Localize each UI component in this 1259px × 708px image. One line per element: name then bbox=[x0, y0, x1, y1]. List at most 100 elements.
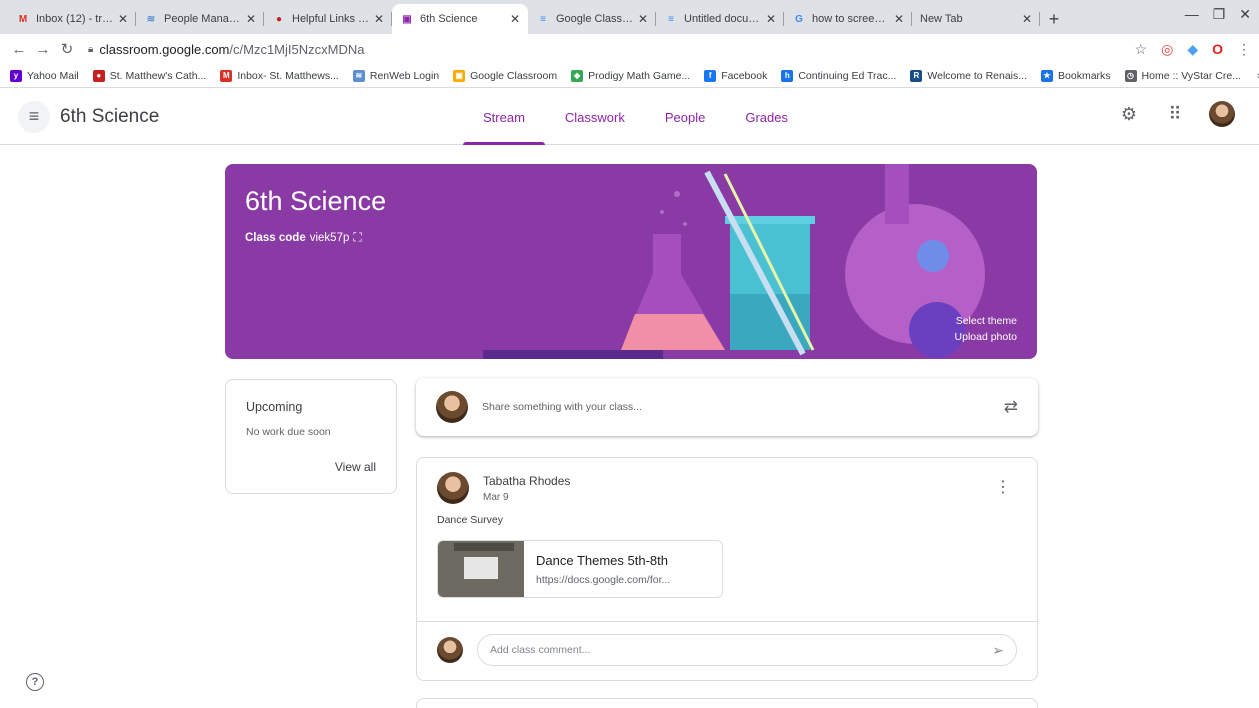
bookmark-item[interactable]: R Welcome to Renais... bbox=[910, 69, 1028, 82]
browser-tab[interactable]: M Inbox (12) - trhodes ✕ bbox=[8, 4, 136, 34]
docs-icon: ≡ bbox=[668, 13, 674, 25]
attachment-url: https://docs.google.com/for... bbox=[536, 574, 671, 586]
class-nav-tabs: Stream Classwork People Grades bbox=[463, 89, 808, 145]
post-divider bbox=[417, 621, 1037, 622]
tab-close-icon[interactable]: ✕ bbox=[374, 12, 384, 26]
browser-tab[interactable]: ≋ People Management ✕ bbox=[136, 4, 264, 34]
close-window-icon[interactable]: ✕ bbox=[1239, 6, 1251, 23]
bookmark-label: Welcome to Renais... bbox=[927, 69, 1028, 82]
browser-tab[interactable]: Ghow to screenshot ✕ bbox=[784, 4, 912, 34]
bookmark-item[interactable]: ▣ Google Classroom bbox=[453, 69, 557, 82]
bookmark-icon: ▣ bbox=[453, 69, 466, 82]
tab-classwork[interactable]: Classwork bbox=[545, 89, 645, 145]
bookmark-icon: ◷ bbox=[1124, 69, 1137, 82]
tab-stream[interactable]: Stream bbox=[463, 89, 545, 145]
google-icon: G bbox=[795, 13, 803, 25]
beaker-rim bbox=[725, 216, 815, 224]
minimize-icon[interactable]: — bbox=[1185, 6, 1199, 23]
bookmark-item[interactable]: ≋ RenWeb Login bbox=[352, 69, 439, 82]
attachment-card[interactable]: Dance Themes 5th-8th https://docs.google… bbox=[437, 540, 723, 598]
url-path: /c/Mzc1MjI5NzcxMDNa bbox=[229, 41, 365, 57]
bookmark-item[interactable]: ◷ Home :: VyStar Cre... bbox=[1124, 69, 1241, 82]
tab-people[interactable]: People bbox=[645, 89, 725, 145]
bookmark-star-icon[interactable]: ☆ bbox=[1135, 41, 1148, 58]
apps-grid-icon[interactable]: ⠿ bbox=[1163, 104, 1187, 125]
commenter-avatar bbox=[437, 637, 463, 663]
opera-icon[interactable]: O bbox=[1212, 41, 1223, 57]
tab-close-icon[interactable]: ✕ bbox=[638, 12, 648, 26]
stream-post: Tabatha Rhodes Mar 9 ⋮ Dance Survey Danc… bbox=[416, 457, 1038, 681]
class-title: 6th Science bbox=[60, 105, 160, 127]
url-field[interactable]: 🔒︎ classroom.google.com/c/Mzc1MjI5NzcxMD… bbox=[80, 37, 1135, 61]
browser-tab[interactable]: ≡ Google Classroom ✕ bbox=[528, 4, 656, 34]
tab-close-icon[interactable]: ✕ bbox=[1022, 12, 1032, 26]
bookmark-icon: f bbox=[704, 69, 717, 82]
bookmark-item[interactable]: ● St. Matthew's Cath... bbox=[92, 69, 206, 82]
reload-icon[interactable]: ↻ bbox=[56, 40, 78, 58]
forward-icon[interactable]: → bbox=[32, 41, 54, 58]
bookmark-label: Prodigy Math Game... bbox=[588, 69, 691, 82]
class-code-value: viek57p bbox=[309, 231, 350, 244]
bookmark-item[interactable]: M Inbox- St. Matthews... bbox=[220, 69, 339, 82]
select-theme-link[interactable]: Select theme bbox=[955, 313, 1017, 329]
browser-tab[interactable]: New Tab ✕ bbox=[912, 4, 1040, 34]
browser-tab-label: Google Classroom bbox=[556, 13, 634, 25]
attachment-title: Dance Themes 5th-8th bbox=[536, 553, 668, 568]
tab-close-icon[interactable]: ✕ bbox=[894, 12, 904, 26]
help-icon[interactable]: ? bbox=[26, 673, 44, 691]
bookmark-icon: ★ bbox=[1041, 69, 1054, 82]
browser-menu-icon[interactable]: ⋮ bbox=[1237, 41, 1251, 58]
comment-placeholder: Add class comment... bbox=[490, 644, 591, 656]
upcoming-empty-text: No work due soon bbox=[246, 426, 331, 438]
bookmark-icon: ≋ bbox=[352, 69, 365, 82]
extension-diamond-icon[interactable]: ◆ bbox=[1187, 41, 1198, 58]
tab-close-icon[interactable]: ✕ bbox=[246, 12, 256, 26]
tab-close-icon[interactable]: ✕ bbox=[510, 12, 520, 26]
browser-tab[interactable]: ≡ Untitled document ✕ bbox=[656, 4, 784, 34]
repost-icon[interactable]: ⇄ bbox=[1004, 397, 1018, 417]
view-all-link[interactable]: View all bbox=[335, 460, 376, 474]
bookmark-item[interactable]: ◆ Prodigy Math Game... bbox=[571, 69, 691, 82]
class-comment-input[interactable]: Add class comment... ➢ bbox=[477, 634, 1017, 666]
more-options-icon[interactable]: ⋮ bbox=[995, 480, 1011, 496]
upcoming-title: Upcoming bbox=[246, 400, 303, 414]
account-avatar[interactable] bbox=[1209, 101, 1235, 127]
settings-gear-icon[interactable]: ⚙ bbox=[1117, 104, 1141, 125]
class-banner: 6th Science Class code viek57p ⛶ Select … bbox=[225, 164, 1037, 359]
extension-icon[interactable]: ◎ bbox=[1161, 41, 1173, 58]
banner-title: 6th Science bbox=[245, 186, 387, 216]
browser-tab-label: Inbox (12) - trhodes bbox=[36, 13, 114, 25]
upload-photo-link[interactable]: Upload photo bbox=[955, 329, 1017, 345]
share-box[interactable]: Share something with your class... ⇄ bbox=[416, 378, 1038, 436]
bookmarks-bar: y Yahoo Mail ● St. Matthew's Cath... M Inbox-… bbox=[0, 64, 1259, 88]
back-icon[interactable]: ← bbox=[8, 41, 30, 58]
share-placeholder[interactable]: Share something with your class... bbox=[482, 401, 1004, 413]
send-icon[interactable]: ➢ bbox=[992, 642, 1004, 659]
stmatthews-icon: ● bbox=[275, 13, 283, 25]
bookmark-item[interactable]: y Yahoo Mail bbox=[10, 69, 79, 82]
bookmark-label: Continuing Ed Trac... bbox=[798, 69, 897, 82]
browser-tab-label: New Tab bbox=[920, 13, 963, 25]
browser-tab[interactable]: ▣ 6th Science ✕ bbox=[392, 4, 528, 34]
tab-close-icon[interactable]: ✕ bbox=[118, 12, 128, 26]
tab-grades[interactable]: Grades bbox=[725, 89, 808, 145]
fullscreen-icon[interactable]: ⛶ bbox=[353, 230, 361, 245]
browser-tab[interactable]: ● Helpful Links | St. M ✕ bbox=[264, 4, 392, 34]
new-tab-button[interactable]: + bbox=[1040, 4, 1068, 34]
upcoming-card: Upcoming No work due soon View all bbox=[225, 379, 397, 494]
browser-tab-label: Helpful Links | St. M bbox=[292, 13, 370, 25]
browser-tab-label: 6th Science bbox=[420, 13, 478, 25]
restore-icon[interactable]: ❐ bbox=[1213, 6, 1226, 23]
bookmark-item[interactable]: ★ Bookmarks bbox=[1041, 69, 1111, 82]
bookmark-item[interactable]: h Continuing Ed Trac... bbox=[781, 69, 897, 82]
browser-tab-label: Untitled document bbox=[684, 13, 762, 25]
bookmark-item[interactable]: f Facebook bbox=[704, 69, 768, 82]
tab-close-icon[interactable]: ✕ bbox=[766, 12, 776, 26]
main-menu-icon[interactable]: ≡ bbox=[18, 100, 50, 133]
classroom-icon: ▣ bbox=[402, 13, 412, 25]
bookmark-icon: y bbox=[10, 69, 22, 82]
flask-neck bbox=[885, 164, 909, 224]
user-avatar bbox=[436, 391, 468, 423]
class-code: Class code viek57p ⛶ bbox=[245, 230, 362, 245]
bookmark-label: Facebook bbox=[721, 69, 768, 82]
